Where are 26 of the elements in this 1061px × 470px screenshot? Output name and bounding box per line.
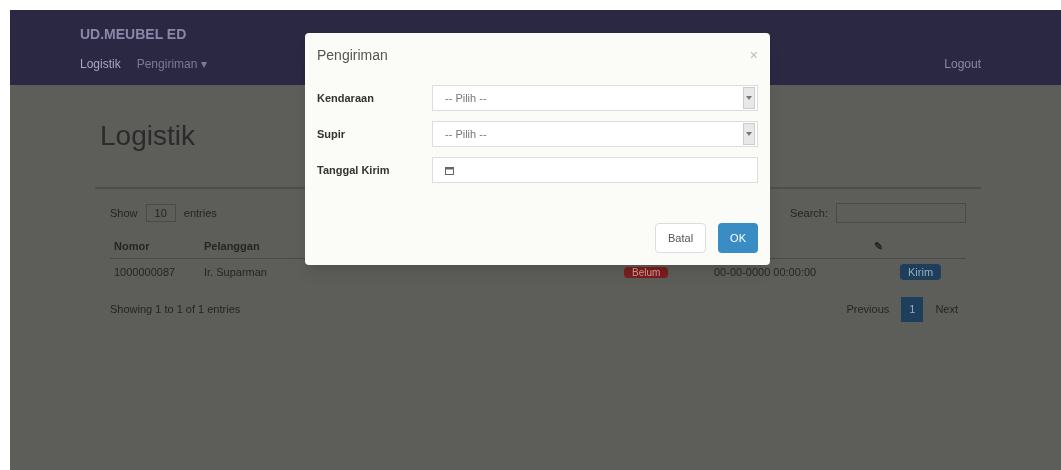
modal-title: Pengiriman — [317, 46, 388, 65]
nav-link[interactable]: Logistik — [80, 55, 121, 72]
search-label: Search: — [790, 205, 828, 221]
close-button[interactable]: × — [749, 45, 758, 65]
cancel-button[interactable]: Batal — [655, 222, 707, 253]
table-cell-text: Ir. Suparman — [203, 264, 268, 280]
status-badge: Belum — [624, 266, 669, 278]
select-value: -- Pilih -- — [445, 90, 488, 106]
select-field[interactable]: -- Pilih -- — [432, 121, 758, 147]
field-label: Tanggal Kirim — [317, 162, 391, 178]
page-button[interactable]: 1 — [901, 297, 924, 322]
field-label: Kendaraan — [317, 90, 375, 106]
show-label: Show — [110, 205, 138, 221]
column-header[interactable]: Nomor — [110, 238, 200, 255]
date-field[interactable] — [432, 157, 758, 183]
logout-link[interactable]: Logout — [944, 55, 981, 72]
table-cell-text: 1000000087 — [113, 264, 177, 280]
ok-button[interactable]: OK — [718, 222, 758, 253]
select-field[interactable]: -- Pilih -- — [432, 85, 758, 111]
page-button[interactable]: Previous — [838, 297, 898, 322]
field-label: Supir — [317, 126, 347, 142]
nav-link[interactable]: Pengiriman ▾ — [136, 55, 207, 72]
select-value: -- Pilih -- — [445, 126, 488, 142]
send-button[interactable]: Kirim — [900, 263, 942, 281]
column-header[interactable]: ✎ — [870, 238, 900, 255]
calendar-icon — [445, 165, 454, 175]
